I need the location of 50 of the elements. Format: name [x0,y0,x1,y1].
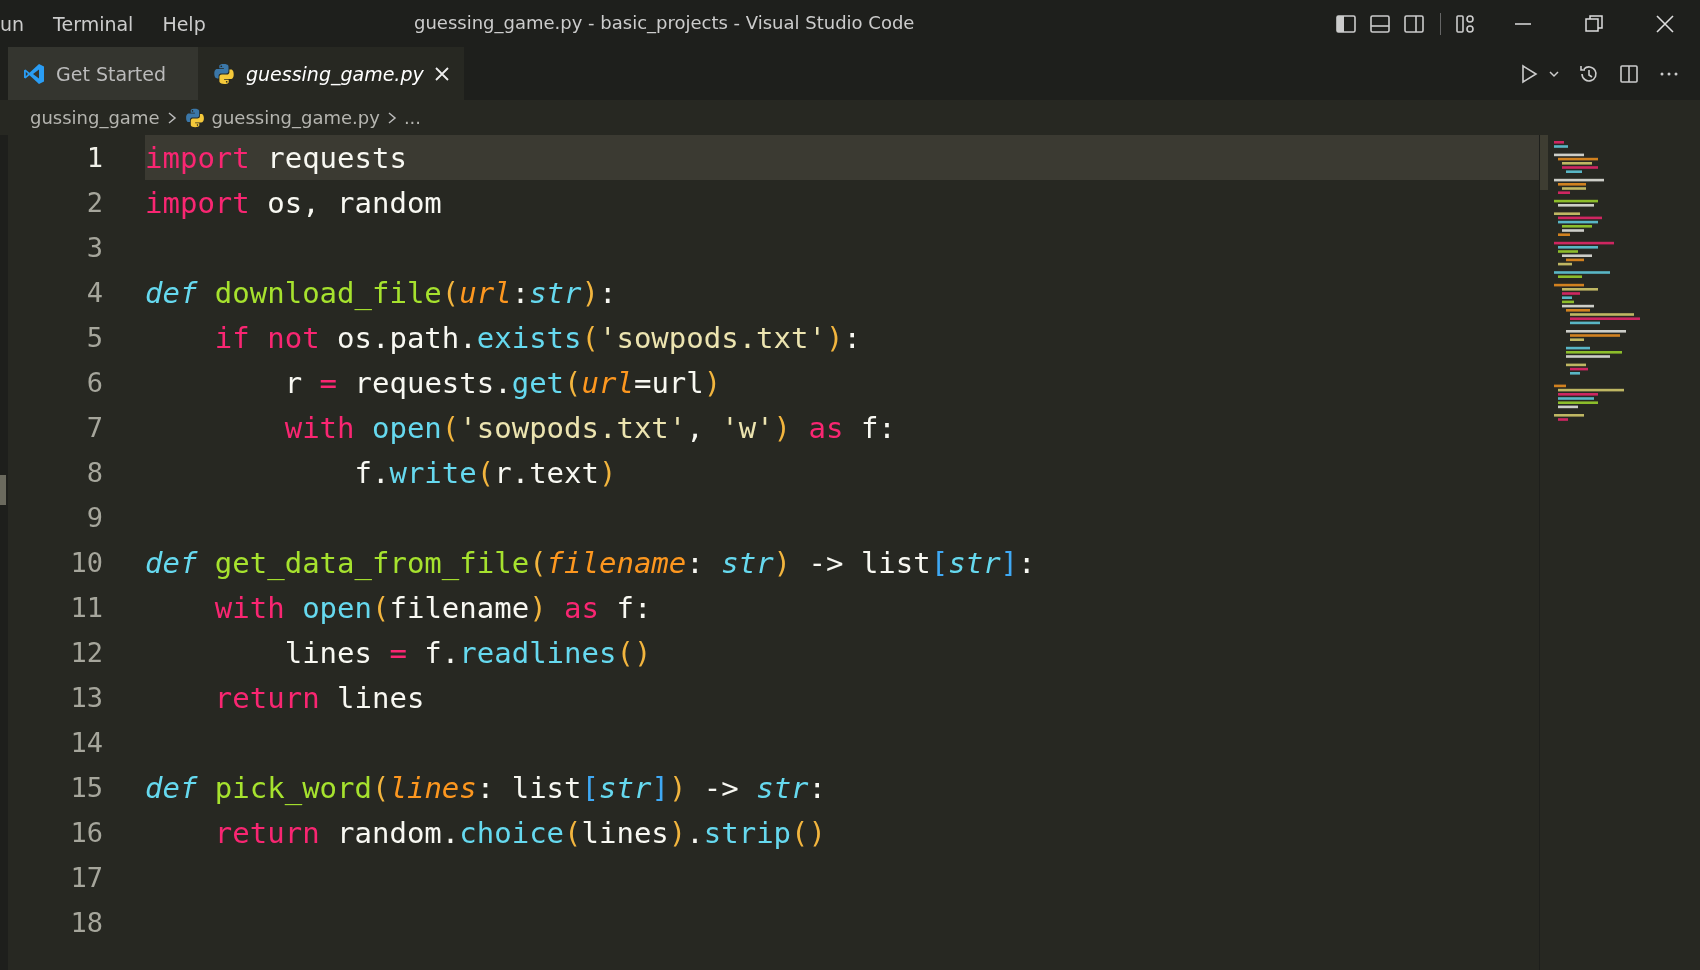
line-number: 11 [69,592,103,623]
line-number: 9 [85,502,103,533]
line-number: 8 [85,457,103,488]
code-line: def download_file(url:str): [145,275,617,310]
code-line: r = requests.get(url=url) [283,365,722,400]
menu-item[interactable]: un [0,12,42,35]
line-number: 15 [69,772,103,803]
code-line: def get_data_from_file(filename: str) -> list[str]: [145,545,1036,580]
line-number: 12 [69,637,103,668]
line-number: 18 [69,907,103,938]
code-line: def pick_word(lines: list[str]) -> str: [145,770,827,805]
window-title: guessing_game.py - basic_projects - Visual Studio Code [414,12,915,33]
code-line: lines = f.readlines() [283,635,652,670]
breadcrumb-item[interactable]: guessing_game.py [211,107,380,128]
editor-tab[interactable]: Get Started [8,47,198,100]
line-number: 5 [85,322,103,353]
editor-tab[interactable]: guessing_game.py [198,47,464,100]
tab-label: guessing_game.py [246,62,424,85]
close-icon[interactable] [1654,12,1676,35]
menu-item[interactable]: Terminal [41,12,151,35]
scroll-marker [0,475,6,505]
breadcrumb-item[interactable]: ... [403,107,422,128]
line-number: 7 [85,412,103,443]
line-number: 13 [69,682,103,713]
python-logo-icon [183,106,206,129]
code-line: with open('sowpods.txt', 'w') as f: [283,410,896,445]
line-number: 17 [69,862,103,893]
restore-icon[interactable] [1583,12,1605,35]
code-line: f.write(r.text) [353,455,617,490]
code-line: import requests [145,140,407,175]
breadcrumb-item[interactable]: gussing_game [30,107,160,128]
close-icon[interactable] [433,65,450,82]
vscode-logo-icon [22,61,46,86]
code-line: return lines [213,680,425,715]
python-logo-icon [212,61,236,86]
line-number: 4 [85,277,103,308]
line-number: 1 [85,142,103,173]
code-line: import os, random [145,185,442,220]
line-number: 3 [85,232,103,263]
code-line: with open(filename) as f: [213,590,652,625]
line-number: 10 [69,547,103,578]
code-line: if not os.path.exists('sowpods.txt'): [213,320,861,355]
menu-item[interactable]: Help [150,12,223,35]
tab-label: Get Started [56,62,167,85]
split-editor-icon[interactable] [1618,62,1640,85]
line-number: 16 [69,817,103,848]
code-line: return random.choice(lines).strip() [213,815,826,850]
line-number: 2 [85,187,103,218]
line-number: 6 [85,367,103,398]
line-number: 14 [69,727,103,758]
